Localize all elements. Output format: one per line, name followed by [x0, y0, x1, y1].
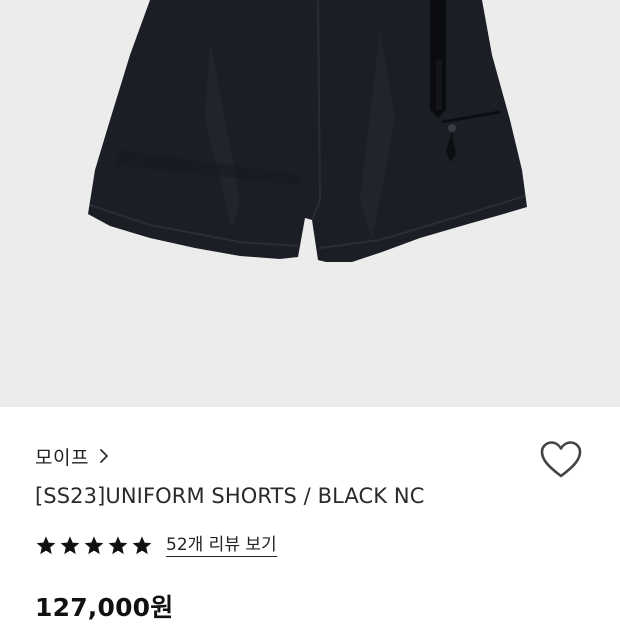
star-filled-icon [108, 536, 128, 555]
product-price: 127,000원 [35, 593, 174, 622]
heart-outline-icon [540, 441, 582, 478]
product-title: [SS23]UNIFORM SHORTS / BLACK NC [35, 484, 425, 508]
wishlist-button[interactable] [539, 440, 583, 480]
rating-row: 52개 리뷰 보기 [35, 532, 277, 560]
star-filled-icon [84, 536, 104, 555]
star-filled-icon [132, 536, 152, 555]
brand-link[interactable]: 모이프 [35, 440, 109, 472]
shorts-illustration [88, 0, 527, 262]
rating-stars [35, 535, 155, 557]
chevron-right-icon [100, 449, 108, 463]
star-filled-icon [36, 536, 56, 555]
brand-name: 모이프 [35, 446, 89, 469]
star-filled-icon [60, 536, 80, 555]
review-link[interactable]: 52개 리뷰 보기 [166, 535, 277, 557]
product-image[interactable] [0, 0, 620, 407]
